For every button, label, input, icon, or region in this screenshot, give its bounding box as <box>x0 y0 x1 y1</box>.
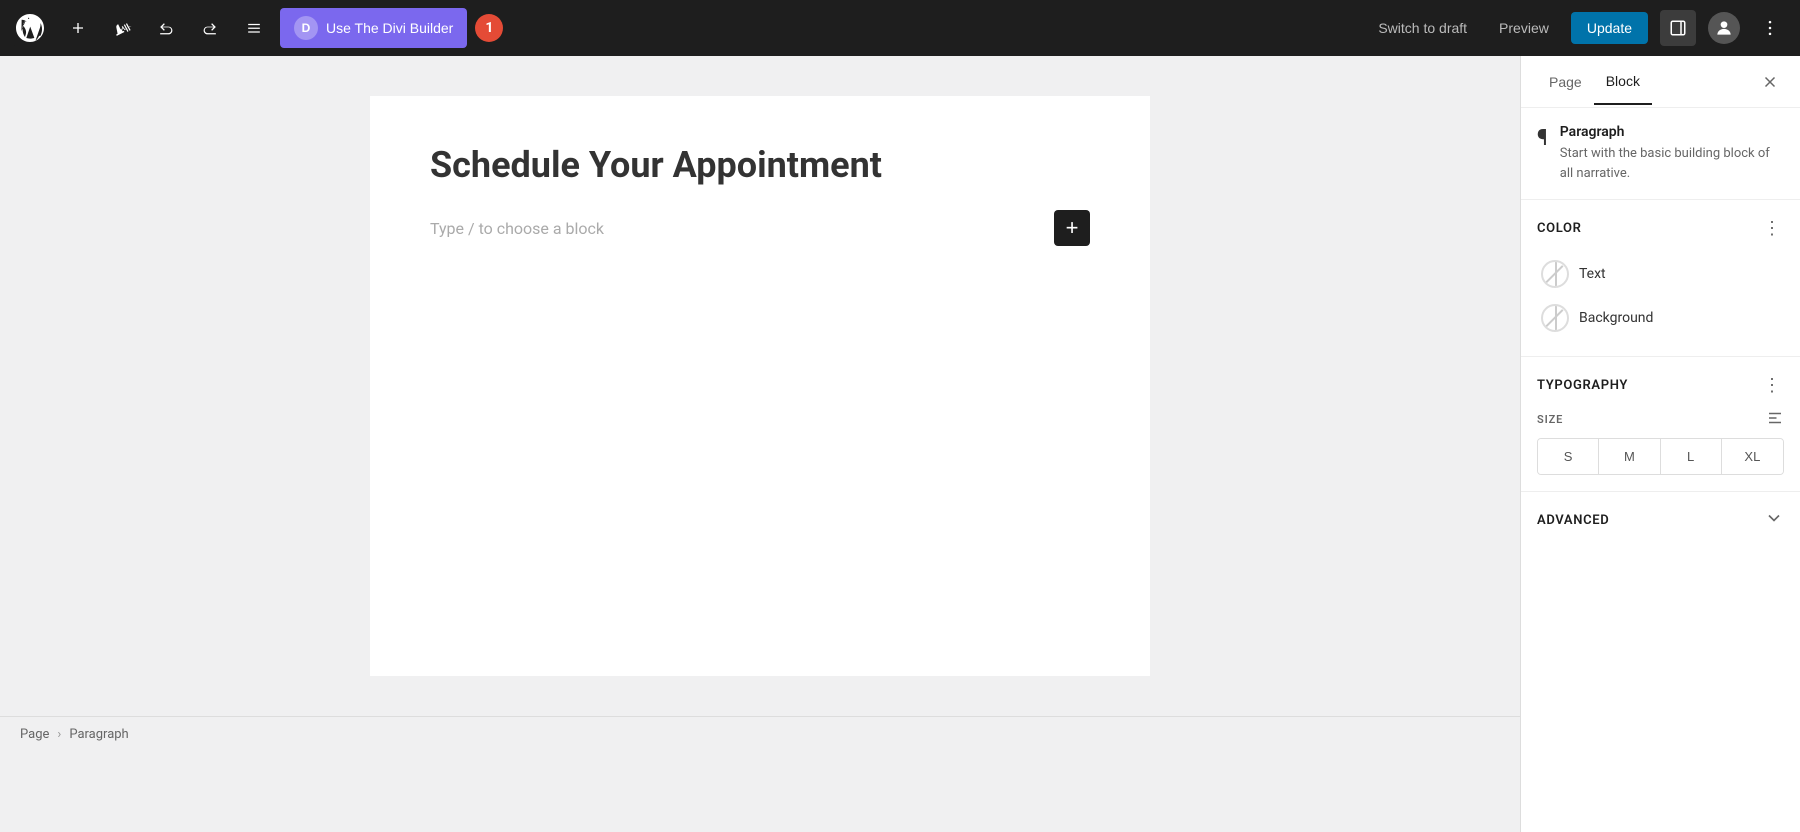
main-container: Schedule Your Appointment Type / to choo… <box>0 56 1800 832</box>
right-sidebar: Page Block ¶ Paragraph Start with the ba… <box>1520 56 1800 832</box>
paragraph-title: Paragraph <box>1560 124 1784 140</box>
typography-section: Typography ⋮ SIZE S M <box>1521 357 1800 492</box>
color-section: Color ⋮ Text Background <box>1521 200 1800 357</box>
toolbar-right: Switch to draft Preview Update <box>1368 10 1788 46</box>
more-options-button[interactable] <box>1752 10 1788 46</box>
size-option-m[interactable]: M <box>1599 439 1660 474</box>
page-title[interactable]: Schedule Your Appointment <box>430 144 1090 186</box>
breadcrumb-separator: › <box>57 727 61 742</box>
size-options: S M L XL <box>1537 438 1784 475</box>
paragraph-description: Start with the basic building block of a… <box>1560 144 1784 183</box>
text-color-label: Text <box>1579 266 1606 282</box>
breadcrumb-page[interactable]: Page <box>20 727 49 742</box>
divi-icon: D <box>294 16 318 40</box>
typography-section-header: Typography ⋮ <box>1537 373 1784 397</box>
preview-button[interactable]: Preview <box>1489 14 1559 42</box>
color-section-header: Color ⋮ <box>1537 216 1784 240</box>
advanced-title: Advanced <box>1537 513 1609 528</box>
size-controls-icon[interactable] <box>1766 409 1784 430</box>
placeholder-text: Type / to choose a block <box>430 219 604 238</box>
switch-to-draft-button[interactable]: Switch to draft <box>1368 14 1477 42</box>
divi-builder-button[interactable]: D Use The Divi Builder <box>280 8 467 48</box>
tab-block[interactable]: Block <box>1594 59 1652 105</box>
typography-more-button[interactable]: ⋮ <box>1760 373 1784 397</box>
breadcrumb-current: Paragraph <box>69 727 128 742</box>
color-more-button[interactable]: ⋮ <box>1760 216 1784 240</box>
color-text-option[interactable]: Text <box>1537 252 1784 296</box>
close-sidebar-button[interactable] <box>1756 68 1784 96</box>
color-section-title: Color <box>1537 221 1582 236</box>
block-placeholder[interactable]: Type / to choose a block + <box>430 210 1090 246</box>
paragraph-icon: ¶ <box>1537 126 1548 151</box>
background-color-label: Background <box>1579 310 1653 326</box>
size-label-text: SIZE <box>1537 413 1563 426</box>
redo-button[interactable] <box>192 10 228 46</box>
divi-btn-label: Use The Divi Builder <box>326 20 453 36</box>
status-bar: Page › Paragraph <box>0 716 1520 752</box>
paragraph-info: ¶ Paragraph Start with the basic buildin… <box>1521 108 1800 200</box>
undo-button[interactable] <box>148 10 184 46</box>
sidebar-toggle-button[interactable] <box>1660 10 1696 46</box>
toolbar: D Use The Divi Builder 1 Switch to draft… <box>0 0 1800 56</box>
size-option-xl[interactable]: XL <box>1722 439 1783 474</box>
editor-content: Schedule Your Appointment Type / to choo… <box>370 96 1150 676</box>
size-option-s[interactable]: S <box>1538 439 1599 474</box>
size-label-row: SIZE <box>1537 409 1784 430</box>
user-avatar[interactable] <box>1708 12 1740 44</box>
add-block-toolbar-button[interactable] <box>60 10 96 46</box>
color-background-option[interactable]: Background <box>1537 296 1784 340</box>
notification-badge[interactable]: 1 <box>475 14 503 42</box>
sidebar-tabs: Page Block <box>1521 56 1800 108</box>
tools-button[interactable] <box>104 10 140 46</box>
add-block-inline-button[interactable]: + <box>1054 210 1090 246</box>
paragraph-text: Paragraph Start with the basic building … <box>1560 124 1784 183</box>
tab-page[interactable]: Page <box>1537 60 1594 104</box>
background-color-swatch <box>1541 304 1569 332</box>
advanced-section: Advanced <box>1521 492 1800 549</box>
text-color-swatch <box>1541 260 1569 288</box>
list-view-button[interactable] <box>236 10 272 46</box>
typography-section-title: Typography <box>1537 378 1628 393</box>
chevron-down-icon <box>1764 508 1784 533</box>
size-option-l[interactable]: L <box>1661 439 1722 474</box>
sidebar-content: ¶ Paragraph Start with the basic buildin… <box>1521 108 1800 832</box>
wordpress-logo[interactable] <box>12 10 48 46</box>
editor-area: Schedule Your Appointment Type / to choo… <box>0 56 1520 832</box>
advanced-header[interactable]: Advanced <box>1537 508 1784 533</box>
update-button[interactable]: Update <box>1571 12 1648 44</box>
